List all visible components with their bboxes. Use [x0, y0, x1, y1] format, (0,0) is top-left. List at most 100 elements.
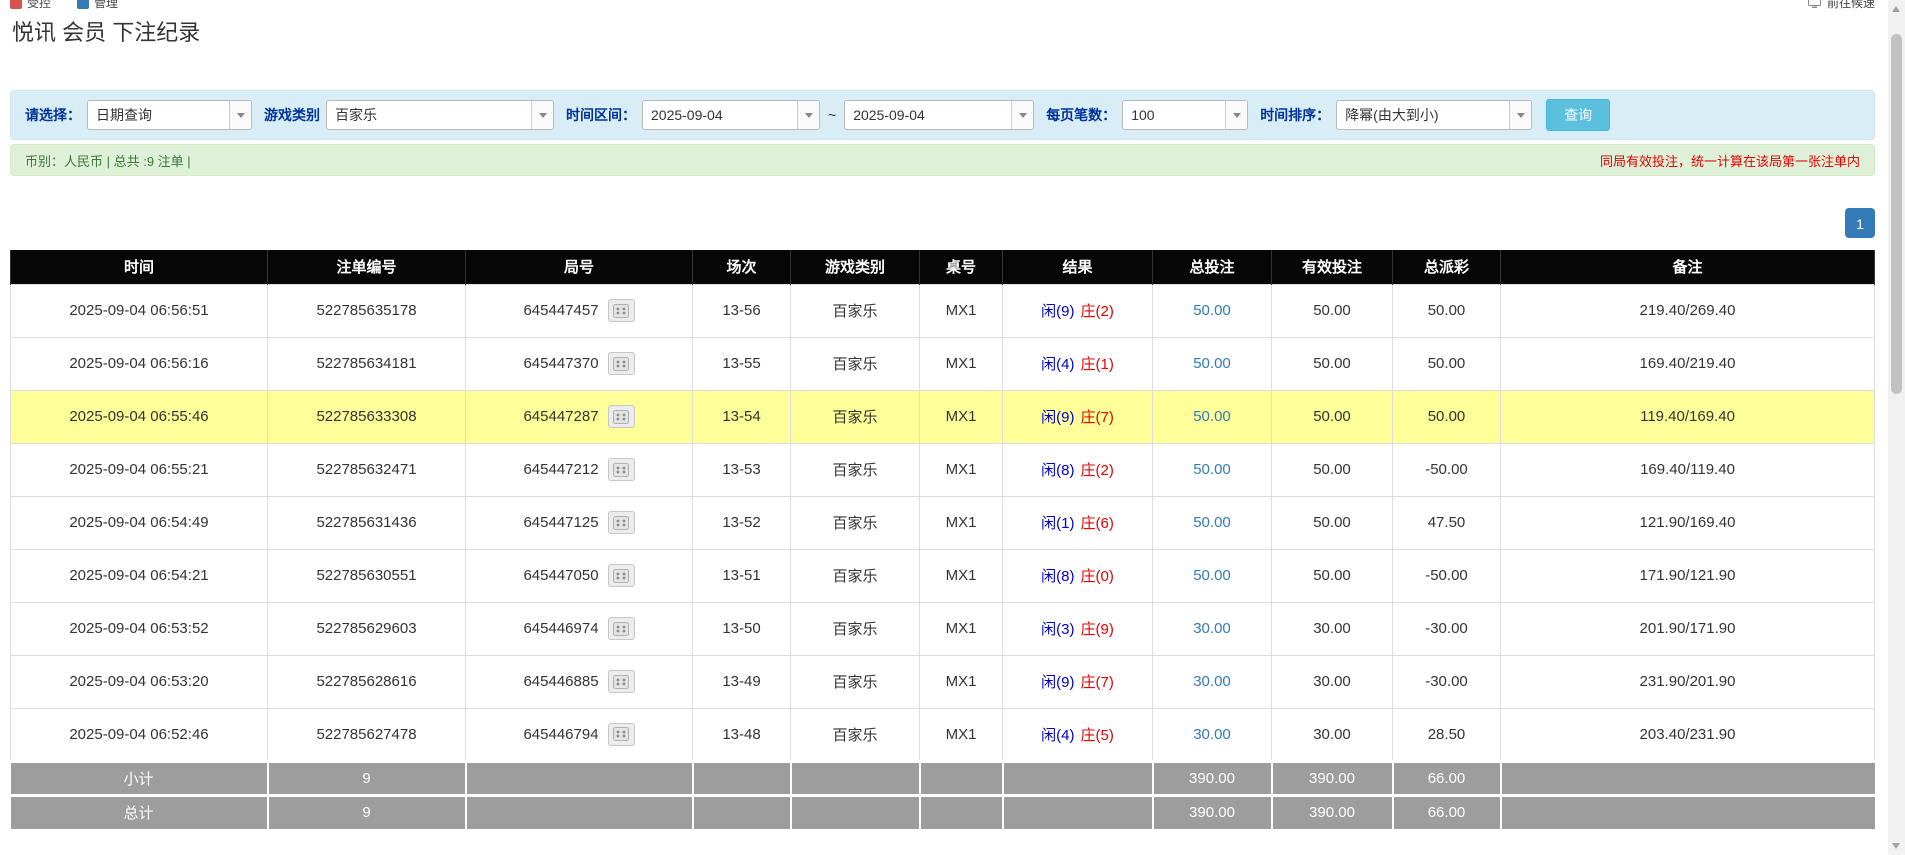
scrollbar-thumb[interactable]	[1891, 34, 1902, 394]
col-bet-id: 注单编号	[268, 250, 466, 284]
round-cards-button[interactable]	[608, 723, 635, 746]
col-payout: 总派彩	[1393, 250, 1501, 284]
cell-payout: 47.50	[1393, 496, 1501, 549]
result-banker: 庄(2)	[1081, 462, 1114, 479]
total-bet-link[interactable]: 50.00	[1193, 302, 1231, 319]
red-favicon-icon	[10, 0, 22, 9]
result-banker: 庄(0)	[1081, 568, 1114, 585]
time-sort-select[interactable]: 降幂(由大到小)	[1336, 100, 1532, 130]
round-number: 645447125	[523, 514, 598, 531]
result-player: 闲(4)	[1041, 727, 1074, 744]
round-cards-button[interactable]	[608, 617, 635, 640]
cell-payout: 50.00	[1393, 390, 1501, 443]
round-cards-button[interactable]	[608, 299, 635, 322]
date-start-select[interactable]: 2025-09-04	[642, 100, 820, 130]
result-player: 闲(9)	[1041, 303, 1074, 320]
cell-session: 13-54	[693, 390, 791, 443]
cell-result: 闲(1)庄(6)	[1003, 496, 1153, 549]
col-result: 结果	[1003, 250, 1153, 284]
cell-valid-bet: 50.00	[1272, 496, 1393, 549]
date-end-select[interactable]: 2025-09-04	[844, 100, 1034, 130]
scroll-down-icon[interactable]	[1892, 843, 1900, 849]
query-mode-value: 日期查询	[88, 101, 229, 129]
bookmark-item-1[interactable]: 受控	[10, 0, 51, 11]
cell-payout: -50.00	[1393, 549, 1501, 602]
cell-time: 2025-09-04 06:56:16	[11, 337, 268, 390]
table-row: 2025-09-04 06:55:21 522785632471 6454472…	[11, 443, 1875, 496]
result-banker: 庄(9)	[1081, 621, 1114, 638]
per-page-label: 每页笔数：	[1046, 105, 1116, 125]
round-cards-button[interactable]	[608, 511, 635, 534]
round-cards-button[interactable]	[608, 352, 635, 375]
bets-table: 时间 注单编号 局号 场次 游戏类别 桌号 结果 总投注 有效投注 总派彩 备注…	[10, 250, 1875, 829]
total-bet-link[interactable]: 30.00	[1193, 620, 1231, 637]
footer-total-bet: 390.00	[1153, 761, 1272, 795]
cell-table: MX1	[920, 443, 1003, 496]
total-bet-link[interactable]: 50.00	[1193, 514, 1231, 531]
scroll-up-icon[interactable]	[1892, 6, 1900, 12]
round-cards-button[interactable]	[608, 564, 635, 587]
col-session: 场次	[693, 250, 791, 284]
footer-label: 小计	[11, 761, 268, 795]
bookmark-item-2[interactable]: 管理	[77, 0, 118, 11]
footer-total-bet: 390.00	[1153, 795, 1272, 829]
chevron-down-icon	[1011, 101, 1033, 129]
monitor-icon	[1808, 0, 1821, 9]
round-number: 645447370	[523, 355, 598, 372]
cell-session: 13-48	[693, 708, 791, 761]
table-row: 2025-09-04 06:53:20 522785628616 6454468…	[11, 655, 1875, 708]
footer-empty	[693, 795, 791, 829]
cell-bet-id: 522785631436	[268, 496, 466, 549]
cell-game: 百家乐	[791, 602, 920, 655]
vertical-scrollbar[interactable]	[1888, 0, 1905, 855]
cell-valid-bet: 50.00	[1272, 390, 1393, 443]
cell-remark: 169.40/119.40	[1501, 443, 1875, 496]
cards-icon	[613, 516, 629, 530]
cell-time: 2025-09-04 06:55:46	[11, 390, 268, 443]
total-bet-link[interactable]: 50.00	[1193, 567, 1231, 584]
page-title: 悦讯 会员 下注纪录	[12, 18, 1875, 48]
footer-empty	[1003, 761, 1153, 795]
top-right-link[interactable]: 前往候速	[1808, 0, 1875, 11]
summary-bar: 币别：人民币 | 总共 :9 注单 | 同局有效投注，统一计算在该局第一张注单内	[10, 144, 1875, 176]
footer-empty	[791, 761, 920, 795]
bookmark-label: 受控	[27, 0, 51, 11]
cell-table: MX1	[920, 549, 1003, 602]
result-player: 闲(9)	[1041, 409, 1074, 426]
cell-round-id: 645447457	[466, 284, 693, 337]
game-type-select[interactable]: 百家乐	[326, 100, 554, 130]
result-player: 闲(9)	[1041, 674, 1074, 691]
cell-bet-id: 522785635178	[268, 284, 466, 337]
round-cards-button[interactable]	[608, 670, 635, 693]
cell-payout: 50.00	[1393, 337, 1501, 390]
cell-total-bet: 50.00	[1153, 496, 1272, 549]
cell-round-id: 645447287	[466, 390, 693, 443]
total-bet-link[interactable]: 30.00	[1193, 726, 1231, 743]
cell-total-bet: 50.00	[1153, 337, 1272, 390]
total-bet-link[interactable]: 50.00	[1193, 355, 1231, 372]
per-page-select[interactable]: 100	[1122, 100, 1248, 130]
query-mode-select[interactable]: 日期查询	[87, 100, 252, 130]
cell-total-bet: 30.00	[1153, 655, 1272, 708]
game-type-value: 百家乐	[327, 101, 531, 129]
footer-empty	[466, 795, 693, 829]
cell-total-bet: 50.00	[1153, 549, 1272, 602]
cell-session: 13-49	[693, 655, 791, 708]
time-sort-value: 降幂(由大到小)	[1337, 101, 1509, 129]
cell-session: 13-55	[693, 337, 791, 390]
cell-valid-bet: 50.00	[1272, 337, 1393, 390]
round-cards-button[interactable]	[608, 458, 635, 481]
total-bet-link[interactable]: 30.00	[1193, 673, 1231, 690]
search-button[interactable]: 查询	[1546, 99, 1610, 131]
total-bet-link[interactable]: 50.00	[1193, 408, 1231, 425]
cards-icon	[613, 675, 629, 689]
cell-remark: 119.40/169.40	[1501, 390, 1875, 443]
footer-empty	[1501, 761, 1875, 795]
page-1-button[interactable]: 1	[1845, 208, 1875, 238]
round-cards-button[interactable]	[608, 405, 635, 428]
top-right-link-label: 前往候速	[1827, 0, 1875, 11]
round-number: 645447050	[523, 567, 598, 584]
total-bet-link[interactable]: 50.00	[1193, 461, 1231, 478]
cell-total-bet: 50.00	[1153, 443, 1272, 496]
col-valid-bet: 有效投注	[1272, 250, 1393, 284]
